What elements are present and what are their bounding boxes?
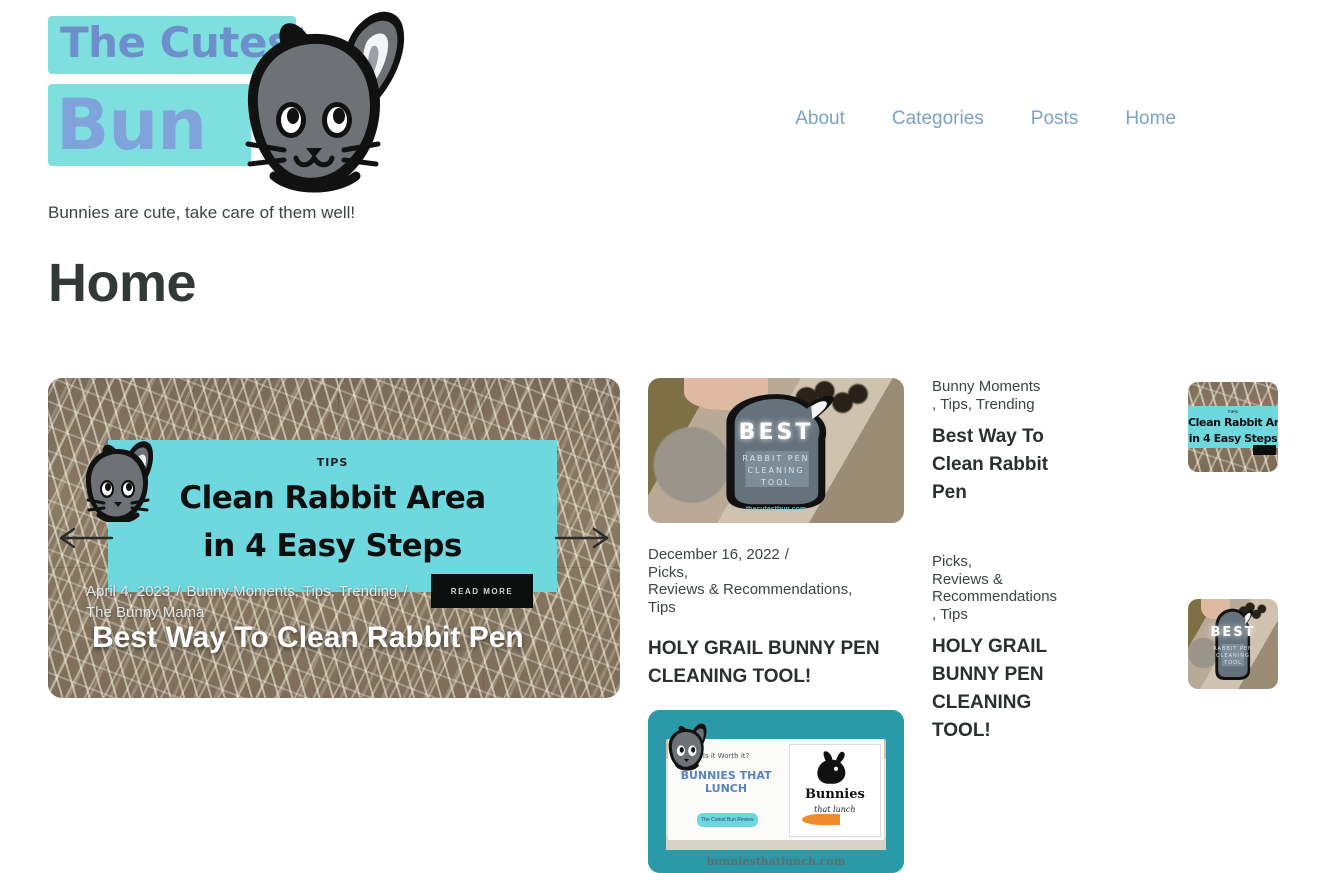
right-post-2-categories-line2: Reviews & xyxy=(932,570,1003,588)
right-post-1-title[interactable]: Best Way To Clean Rabbit Pen xyxy=(932,423,1082,507)
right-post-1-thumbnail[interactable]: TIPS Clean Rabbit Area in 4 Easy Steps xyxy=(1188,382,1278,472)
hero-author[interactable]: The Bunny Mama xyxy=(86,604,204,621)
best-badge-shape-icon xyxy=(726,393,835,509)
slider-prev-arrow-icon[interactable] xyxy=(56,524,116,552)
middle-post-meta-separator: / xyxy=(784,546,789,563)
hero-overlay-banner: TIPS Clean Rabbit Area in 4 Easy Steps xyxy=(108,440,557,592)
thumb-clean-overlay: TIPS Clean Rabbit Area in 4 Easy Steps xyxy=(1188,382,1278,472)
hero-categories[interactable]: Bunny Moments, Tips, Trending xyxy=(186,583,397,600)
right-post-1-categories[interactable]: Bunny Moments , Tips, Trending xyxy=(932,378,1082,413)
hero-bunny-icon xyxy=(85,441,154,522)
right-post-1-categories-line1: Bunny Moments xyxy=(932,378,1041,395)
hero-slider[interactable]: TIPS Clean Rabbit Area in 4 Easy Steps R… xyxy=(48,378,620,698)
nav-item-categories[interactable]: Categories xyxy=(892,108,984,130)
best-badge-thumb-title: BEST xyxy=(1210,625,1256,641)
best-badge-line1: RABBIT PEN xyxy=(742,454,810,464)
right-post-2-thumbnail[interactable]: BEST RABBIT PEN CLEANING TOOL xyxy=(1188,599,1278,689)
best-badge-thumb-line3: TOOL xyxy=(1224,660,1242,667)
hero-post-title[interactable]: Best Way To Clean Rabbit Pen xyxy=(92,621,524,655)
hero-overlay-line2: in 4 Easy Steps xyxy=(203,528,462,564)
carrot-icon xyxy=(802,814,841,826)
nav-item-home[interactable]: Home xyxy=(1125,108,1176,130)
page-title: Home xyxy=(48,253,197,313)
main-navigation: About Categories Posts Home xyxy=(795,108,1176,130)
hero-meta-separator-1: / xyxy=(176,583,181,600)
thumb-read-more-block xyxy=(1252,445,1277,455)
nav-item-posts[interactable]: Posts xyxy=(1031,108,1079,130)
best-badge-url: thecutestbun.com xyxy=(745,505,807,513)
right-post-2-categories-line3: Recommendations xyxy=(932,588,1058,605)
hero-date: April 4, 2023 xyxy=(86,583,171,600)
lunch-box-brand-sub: that lunch xyxy=(814,805,856,815)
best-badge-thumb-line2: CLEANING xyxy=(1216,653,1250,660)
hero-overlay-kicker: TIPS xyxy=(316,456,349,469)
middle-post-categories-line1[interactable]: Picks, xyxy=(648,564,688,581)
bunny-mascot-icon xyxy=(245,11,405,193)
lunch-box-brand-card: Bunnies that lunch xyxy=(788,744,881,838)
site-tagline: Bunnies are cute, take care of them well… xyxy=(48,203,356,222)
right-column: Bunny Moments , Tips, Trending Best Way … xyxy=(932,378,1278,745)
right-post-2-categories-line4: , Tips xyxy=(932,605,968,623)
lunch-box-url: bunniesthatlunch.com xyxy=(706,855,846,869)
logo-text-line2: Bun xyxy=(56,84,207,166)
middle-post-date: December 16, 2022 xyxy=(648,546,780,563)
middle-post-meta: December 16, 2022/ Picks, Reviews & Reco… xyxy=(648,546,904,616)
best-badge-line2: CLEANING xyxy=(747,465,805,475)
page-root: The Cutest Bun Bunnies are cute, take ca… xyxy=(0,0,1326,873)
middle-post-image[interactable]: BEST RABBIT PEN CLEANING TOOL thecutestb… xyxy=(648,378,904,523)
best-badge-subtitle: RABBIT PEN CLEANING TOOL xyxy=(648,453,904,488)
middle-post-categories-line3[interactable]: Tips xyxy=(648,599,676,616)
best-badge-thumb-line1: RABBIT PEN xyxy=(1213,645,1253,652)
lunch-box-title: BUNNIES THAT LUNCH xyxy=(674,769,779,795)
right-post-item-2: Picks, Reviews & Recommendations , Tips … xyxy=(932,553,1278,745)
slider-next-arrow-icon[interactable] xyxy=(552,524,612,552)
lunch-box-pill-badge: The Cutest Bun Review xyxy=(696,812,759,828)
middle-bottom-image[interactable]: Is it Worth it? BUNNIES THAT LUNCH The C… xyxy=(648,710,904,873)
lunch-box-brand-name: Bunnies xyxy=(804,787,865,803)
thumb-line2: in 4 Easy Steps xyxy=(1188,431,1278,445)
middle-post-categories-line2[interactable]: Reviews & Recommendations, xyxy=(648,581,852,598)
best-badge-thumb-subtitle: RABBIT PEN CLEANING TOOL xyxy=(1188,646,1278,668)
right-post-2-categories-line1: Picks, xyxy=(932,553,973,570)
lunch-box-title-line2: LUNCH xyxy=(705,781,748,795)
thumb-kicker: TIPS xyxy=(1227,409,1239,414)
site-header: The Cutest Bun Bunnies are cute, take ca… xyxy=(0,0,1326,232)
middle-column: BEST RABBIT PEN CLEANING TOOL thecutestb… xyxy=(648,378,904,873)
lunch-box-bunny-mascot-icon xyxy=(668,723,707,771)
hero-overlay-line1: Clean Rabbit Area xyxy=(179,480,486,516)
hero-meta: April 4, 2023 / Bunny Moments, Tips, Trend… xyxy=(86,581,556,623)
bunnies-brand-rabbit-icon xyxy=(817,751,846,784)
right-post-2-categories[interactable]: Picks, Reviews & Recommendations , Tips xyxy=(932,553,1082,623)
right-post-2-title[interactable]: HOLY GRAIL BUNNY PEN CLEANING TOOL! xyxy=(932,633,1082,745)
right-post-2-text: Picks, Reviews & Recommendations , Tips … xyxy=(932,553,1082,745)
right-post-1-categories-line2: , Tips, Trending xyxy=(932,395,1035,413)
right-post-1-text: Bunny Moments , Tips, Trending Best Way … xyxy=(932,378,1082,507)
right-post-item-1: Bunny Moments , Tips, Trending Best Way … xyxy=(932,378,1278,507)
middle-post-title[interactable]: HOLY GRAIL BUNNY PEN CLEANING TOOL! xyxy=(648,635,904,691)
site-logo[interactable]: The Cutest Bun xyxy=(48,8,405,198)
hero-meta-separator-2: / xyxy=(403,583,408,600)
nav-item-about[interactable]: About xyxy=(795,108,845,130)
best-badge-title: BEST xyxy=(738,420,814,446)
best-badge-line3: TOOL xyxy=(761,477,791,487)
thumb-line1: Clean Rabbit Area xyxy=(1188,416,1278,430)
